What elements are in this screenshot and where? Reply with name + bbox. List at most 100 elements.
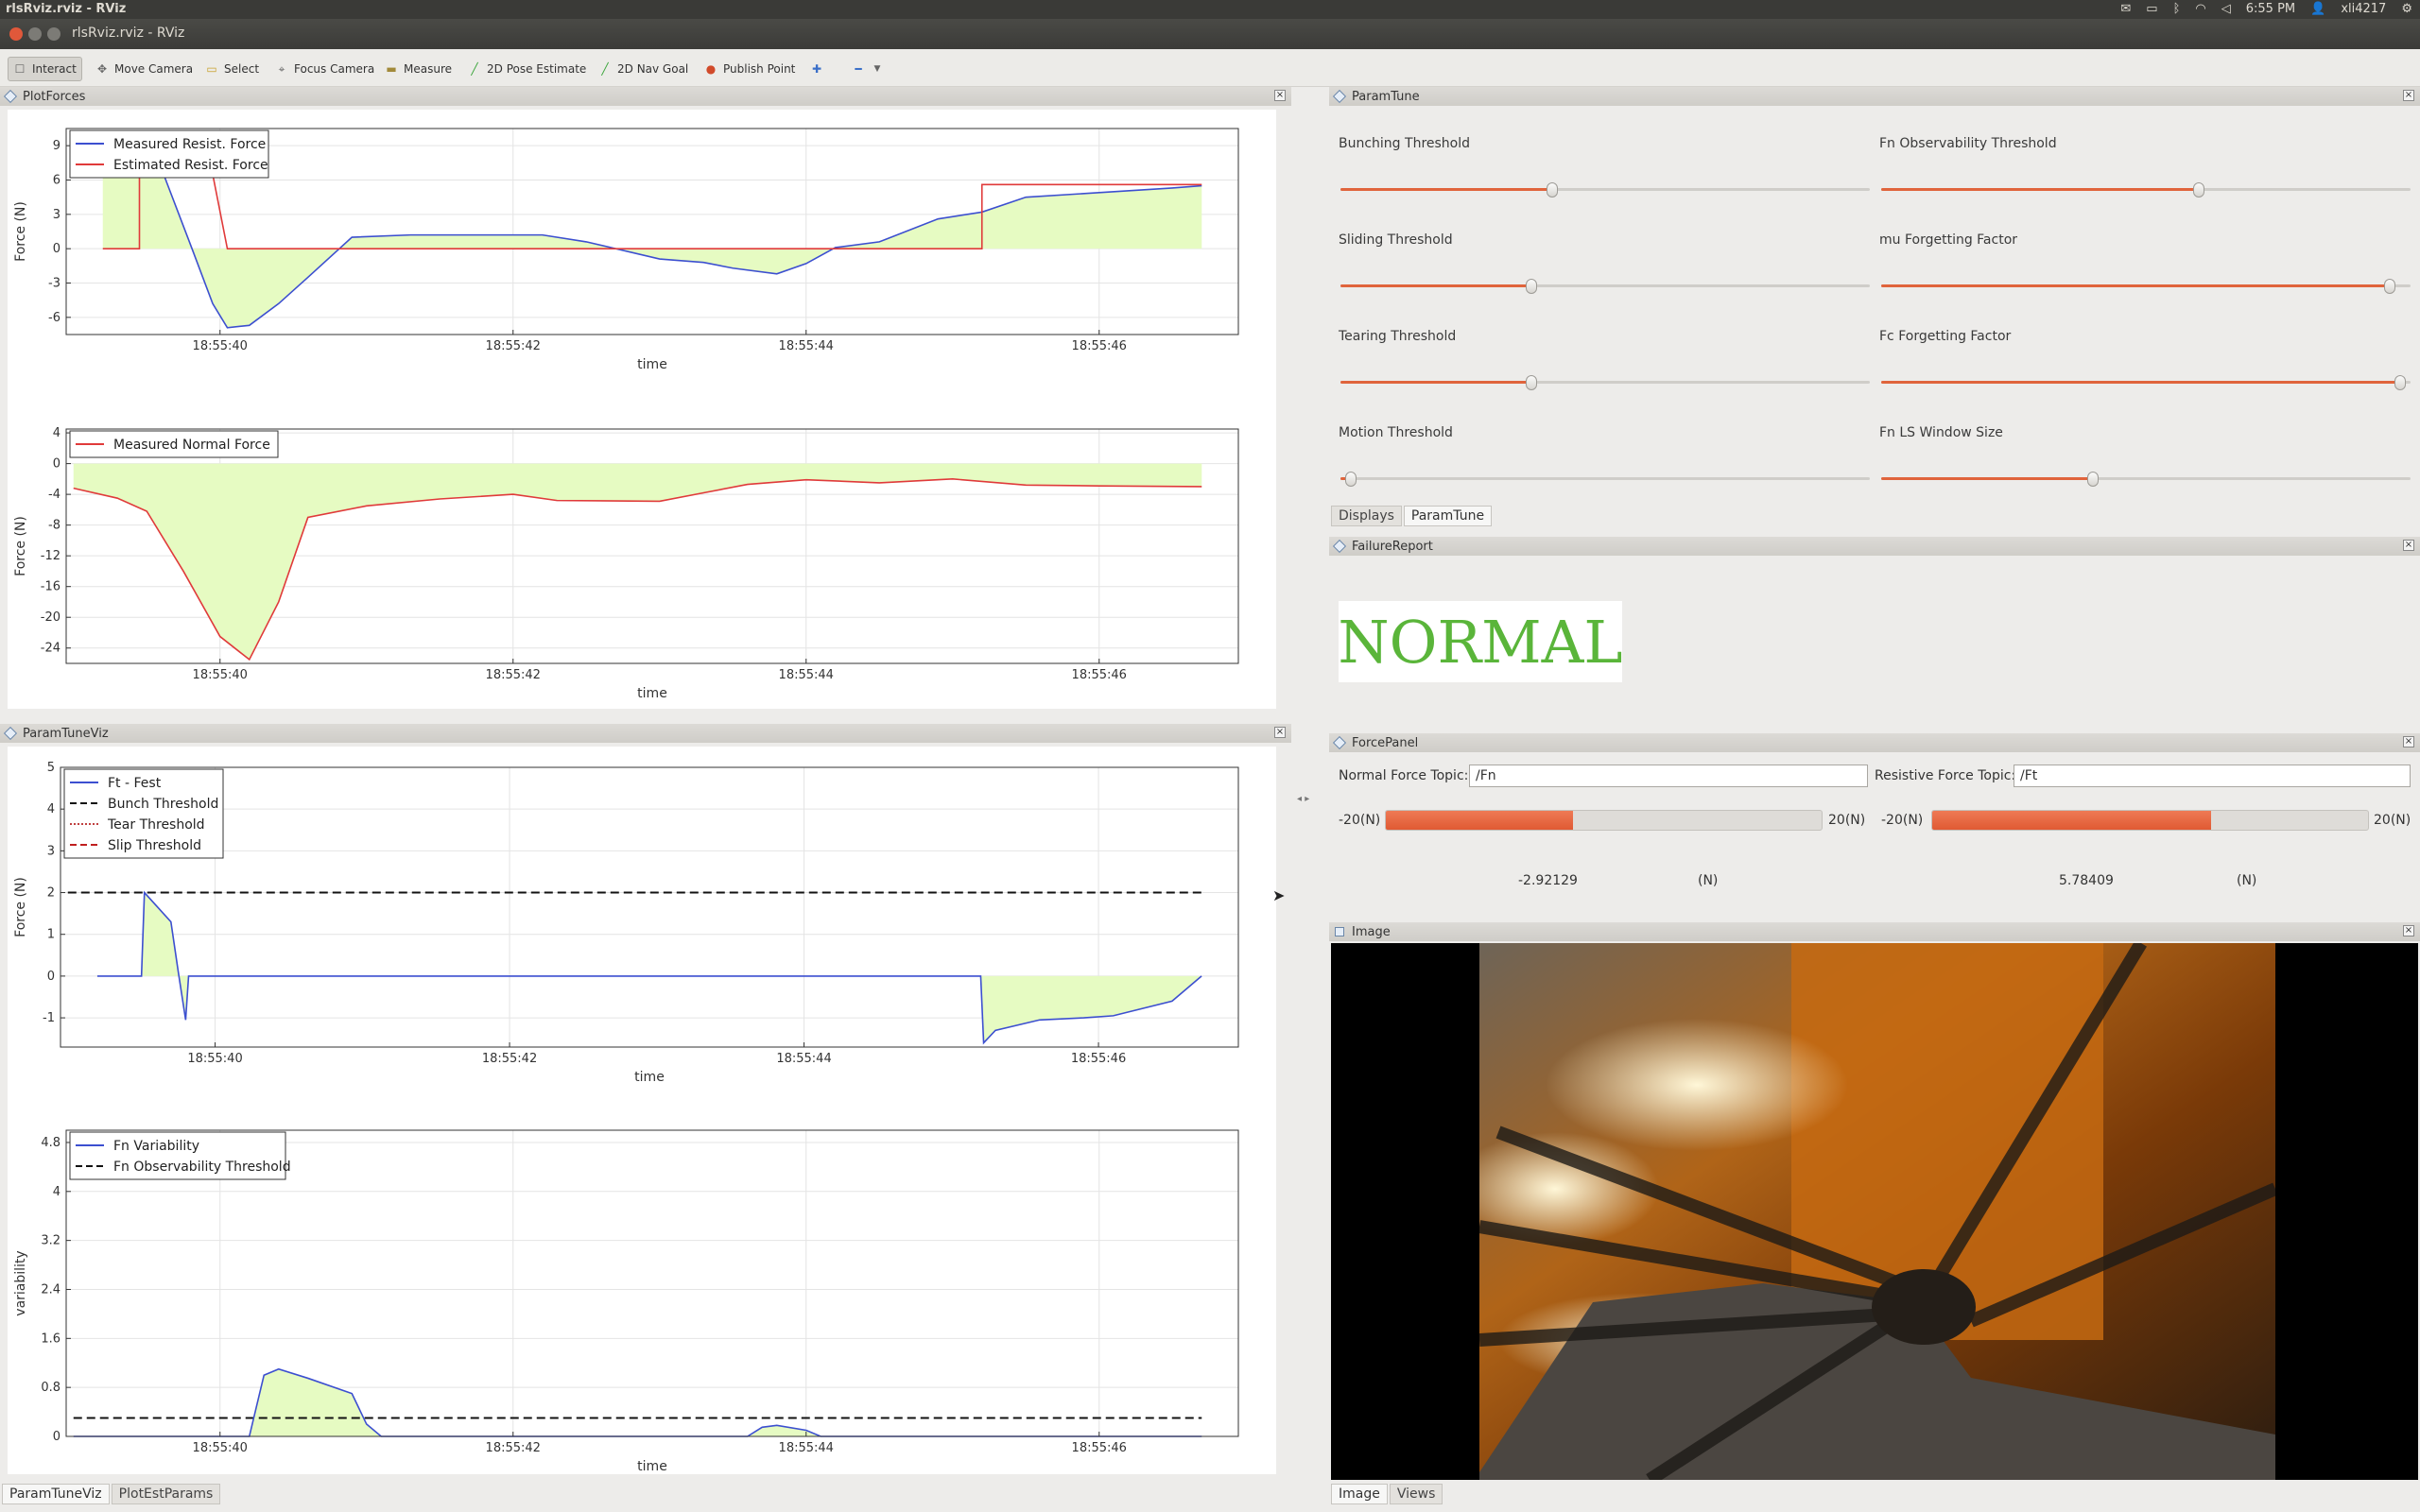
legend-label: Fn Variability — [113, 1139, 199, 1154]
legend-label: Bunch Threshold — [108, 797, 218, 812]
glare-top — [1546, 1019, 1848, 1151]
bluetooth-icon[interactable]: ᛒ — [2173, 2, 2181, 16]
pose-estimate-label: 2D Pose Estimate — [487, 62, 587, 76]
clock[interactable]: 6:55 PM — [2246, 2, 2295, 16]
slider-label: mu Forgetting Factor — [1879, 232, 2018, 248]
param-slider[interactable] — [1881, 471, 2411, 488]
nav-goal-tool[interactable]: ╱ 2D Nav Goal — [594, 57, 693, 81]
close-icon[interactable]: × — [1274, 727, 1286, 738]
splitter-handle[interactable]: ◂ ▸ — [1297, 794, 1309, 804]
param-slider[interactable] — [1340, 374, 1870, 391]
move-camera-icon: ✥ — [96, 62, 108, 76]
y-tick-label: 1 — [47, 928, 55, 942]
close-icon[interactable]: × — [1274, 90, 1286, 101]
system-tray: ✉ ▭ ᛒ ◠ ◁ 6:55 PM 👤 xli4217 ⚙ — [2120, 2, 2412, 16]
x-tick-label: 18:55:42 — [486, 668, 541, 682]
normal-topic-field[interactable]: /Fn — [1469, 765, 1868, 787]
window-maximize-button[interactable] — [47, 27, 60, 41]
x-tick-label: 18:55:40 — [193, 339, 248, 353]
select-tool[interactable]: ▭ Select — [200, 57, 264, 81]
x-tick-label: 18:55:42 — [486, 1441, 541, 1455]
panel-icon — [3, 726, 18, 741]
focus-camera-icon: ⌖ — [278, 62, 285, 76]
x-tick-label: 18:55:40 — [187, 1052, 242, 1066]
slider-handle[interactable] — [2394, 375, 2406, 390]
focus-camera-label: Focus Camera — [294, 62, 375, 76]
param-slider[interactable] — [1340, 181, 1870, 198]
minus-icon: ━ — [855, 62, 862, 76]
y-tick-label: 4.8 — [41, 1136, 60, 1150]
param-slider[interactable] — [1340, 278, 1870, 295]
publish-point-tool[interactable]: ● Publish Point — [700, 57, 800, 81]
tab-paramtuneviz[interactable]: ParamTuneViz — [2, 1484, 110, 1504]
move-camera-tool[interactable]: ✥ Move Camera — [91, 57, 198, 81]
system-top-bar: rlsRviz.rviz - RViz ✉ ▭ ᛒ ◠ ◁ 6:55 PM 👤 … — [0, 0, 2420, 19]
slider-fill — [1340, 188, 1552, 191]
close-icon[interactable]: × — [2403, 90, 2414, 101]
resistive-min-label: -20(N) — [1881, 813, 1924, 828]
forcepanel-panel-header: ForcePanel × — [1329, 733, 2420, 752]
slider-fill — [1340, 381, 1531, 384]
left-bottom-tabs: ParamTuneViz PlotEstParams — [2, 1484, 222, 1504]
image-panel-header: Image × — [1329, 922, 2420, 941]
tab-image[interactable]: Image — [1331, 1484, 1388, 1504]
slider-handle[interactable] — [1525, 279, 1537, 294]
y-tick-label: -24 — [41, 642, 60, 656]
tab-views[interactable]: Views — [1389, 1484, 1443, 1504]
y-tick-label: 2.4 — [41, 1282, 60, 1297]
battery-icon[interactable]: ▭ — [2146, 2, 2157, 16]
x-tick-label: 18:55:44 — [779, 339, 834, 353]
user-name[interactable]: xli4217 — [2341, 2, 2386, 16]
paramtuneviz-area: 5 4 3 2 1 0 -1 18:55:40 18:55:42 18:55:44 18:55:46… — [8, 747, 1276, 1474]
slider-handle[interactable] — [2193, 182, 2204, 198]
x-tick-label: 18:55:46 — [1071, 1052, 1126, 1066]
slider-handle[interactable] — [1525, 375, 1537, 390]
right-bottom-tabs: Image Views — [1331, 1484, 1444, 1504]
slider-handle[interactable] — [2383, 279, 2395, 294]
interact-icon: ☐ — [14, 62, 26, 76]
gear-icon[interactable]: ⚙ — [2401, 2, 2412, 16]
measure-tool[interactable]: ▬ Measure — [380, 57, 457, 81]
y-axis-label: Force (N) — [13, 516, 28, 576]
slider-track — [1340, 477, 1870, 480]
wifi-icon[interactable]: ◠ — [2195, 2, 2205, 16]
y-tick-label: -12 — [41, 549, 60, 563]
param-slider[interactable] — [1881, 374, 2411, 391]
slider-handle[interactable] — [1345, 472, 1357, 487]
pose-estimate-tool[interactable]: ╱ 2D Pose Estimate — [463, 57, 591, 81]
resist-force-chart: 9 6 3 0 -3 -6 18:55:40 18:55:42 18:55:44 18:55:46… — [13, 128, 1239, 372]
nav-goal-label: 2D Nav Goal — [617, 62, 689, 76]
resistive-topic-field[interactable]: /Ft — [2014, 765, 2411, 787]
close-icon[interactable]: × — [2403, 540, 2414, 551]
green-arrow-icon: ╱ — [601, 62, 609, 76]
normal-force-bar — [1385, 810, 1823, 831]
tab-paramtune[interactable]: ParamTune — [1403, 506, 1493, 526]
tab-displays[interactable]: Displays — [1331, 506, 1402, 526]
param-slider[interactable] — [1881, 181, 2411, 198]
slider-handle[interactable] — [2087, 472, 2099, 487]
remove-tool-button[interactable]: ━ ▼ — [847, 57, 889, 81]
interact-tool[interactable]: ☐ Interact — [8, 57, 82, 81]
param-slider[interactable] — [1881, 278, 2411, 295]
focus-camera-tool[interactable]: ⌖ Focus Camera — [270, 57, 379, 81]
y-tick-label: 0.8 — [41, 1381, 60, 1395]
x-tick-label: 18:55:44 — [779, 668, 834, 682]
slider-handle[interactable] — [1547, 182, 1558, 198]
area-fill — [73, 463, 1202, 660]
mail-icon[interactable]: ✉ — [2120, 2, 2131, 16]
slider-label: Bunching Threshold — [1339, 136, 1471, 151]
normal-force-value: -2.92129 — [1518, 873, 1578, 888]
slider-label: Sliding Threshold — [1339, 232, 1453, 248]
close-icon[interactable]: × — [2403, 925, 2414, 936]
window-close-button[interactable] — [9, 27, 23, 41]
param-slider[interactable] — [1340, 471, 1870, 488]
window-minimize-button[interactable] — [28, 27, 42, 41]
close-icon[interactable]: × — [2403, 736, 2414, 747]
add-tool-button[interactable]: ✚ — [805, 57, 828, 81]
paramtuneviz-title: ParamTuneViz — [23, 726, 109, 741]
x-tick-label: 18:55:42 — [482, 1052, 537, 1066]
plot-1: 4 0 -4 -8 -12 -16 -20 -24 18:55:40 18:55:42 18:55:… — [13, 426, 1239, 701]
x-tick-label: 18:55:46 — [1072, 1441, 1127, 1455]
tab-plotestparams[interactable]: PlotEstParams — [111, 1484, 221, 1504]
volume-icon[interactable]: ◁ — [2221, 2, 2231, 16]
